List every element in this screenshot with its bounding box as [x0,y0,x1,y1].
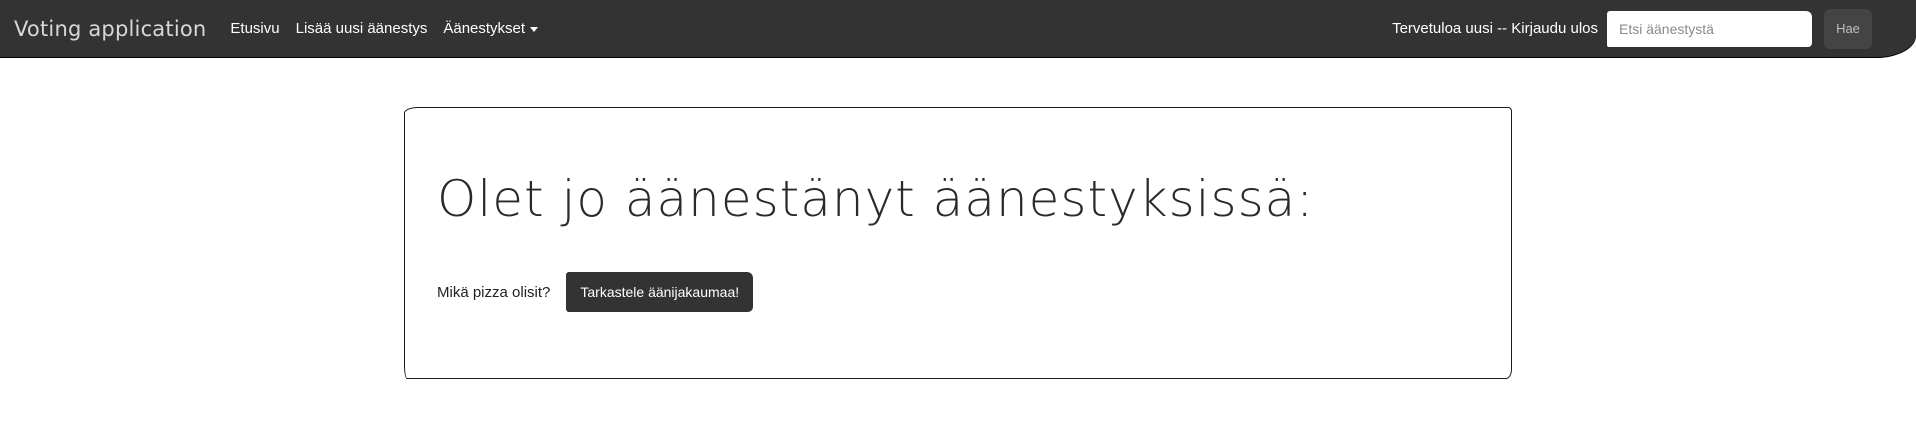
voted-polls-card: Olet jo äänestänyt äänestyksissä: Mikä p… [404,107,1512,379]
nav-dropdown-polls[interactable]: Äänestykset [443,20,539,37]
caret-down-icon [530,26,539,32]
nav-dropdown-polls-label: Äänestykset [443,20,526,37]
poll-name: Mikä pizza olisit? [437,283,551,301]
search-input[interactable] [1607,10,1812,47]
brand-link[interactable]: Voting application [14,17,206,41]
page-title: Olet jo äänestänyt äänestyksissä: [437,170,1315,228]
nav-link-add-poll[interactable]: Lisää uusi äänestys [296,20,428,37]
search-button[interactable]: Hae [1824,8,1872,49]
nav-link-home[interactable]: Etusivu [230,20,279,37]
welcome-logout-link[interactable]: Tervetuloa uusi -- Kirjaudu ulos [1392,20,1598,37]
list-item: Mikä pizza olisit? Tarkastele äänijakaum… [437,272,754,312]
nav-links: Etusivu Lisää uusi äänestys Äänestykset [230,20,539,37]
top-navbar: Voting application Etusivu Lisää uusi ää… [0,0,1916,57]
view-results-button[interactable]: Tarkastele äänijakaumaa! [566,272,754,312]
nav-right: Tervetuloa uusi -- Kirjaudu ulos Hae [1392,8,1902,49]
